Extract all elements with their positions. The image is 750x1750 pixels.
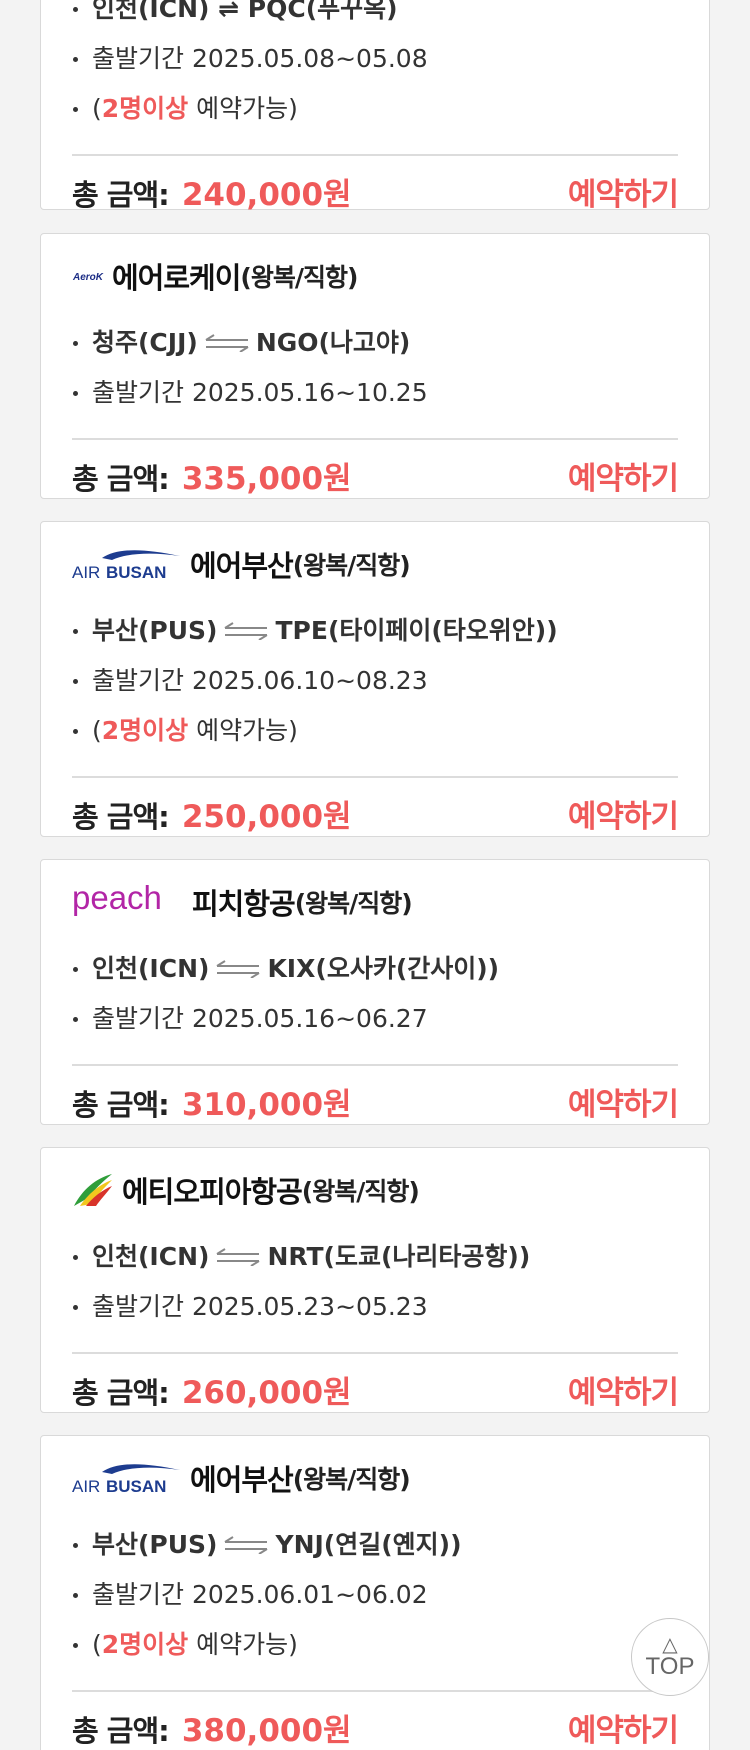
airline-title: AIR BUSAN 에어부산 (왕복/직항) xyxy=(72,1436,678,1520)
min-passengers-note: (2명이상 예약가능) xyxy=(72,1620,678,1670)
route-text: 청주(CJJ) NGO(나고야) xyxy=(72,318,678,368)
scroll-to-top-button[interactable]: △ TOP xyxy=(631,1618,709,1696)
min-passengers-note: (2명이상 예약가능) xyxy=(72,84,678,134)
swap-arrows-icon xyxy=(215,945,261,995)
min-passengers-highlight: 2명이상 xyxy=(101,1630,189,1659)
peach-logo: peach xyxy=(72,883,184,921)
departure-period: 출발기간 2025.05.08~05.08 xyxy=(72,34,678,84)
trip-type: (왕복/직항) xyxy=(292,551,411,580)
total-label: 총 금액: xyxy=(72,1714,170,1748)
destination-airport: TPE(타이페이(타오위안)) xyxy=(275,616,558,645)
swap-arrows-icon xyxy=(223,607,269,657)
departure-period: 출발기간 2025.05.16~10.25 xyxy=(72,368,678,418)
book-button[interactable]: 예약하기 xyxy=(568,169,679,214)
departure-period: 출발기간 2025.06.01~06.02 xyxy=(72,1570,678,1620)
package-card: 인천(ICN) ⇌ PQC(푸꾸옥) 출발기간 2025.05.08~05.08… xyxy=(40,0,710,213)
total-price: 335,000원 xyxy=(181,461,352,497)
origin-airport: 인천(ICN) xyxy=(92,954,210,983)
min-passengers-note: (2명이상 예약가능) xyxy=(72,706,678,756)
total-price: 380,000원 xyxy=(181,1713,352,1749)
top-label: TOP xyxy=(645,1653,695,1680)
total-price: 310,000원 xyxy=(181,1087,352,1123)
origin-airport: 부산(PUS) xyxy=(92,616,218,645)
airline-title: 에티오피아항공 (왕복/직항) xyxy=(72,1148,678,1232)
aerok-logo: AeroK xyxy=(72,265,104,287)
total-row: 총 금액: 335,000원 예약하기 xyxy=(72,440,679,511)
total-row: 총 금액: 380,000원 예약하기 xyxy=(72,1692,679,1750)
svg-text:BUSAN: BUSAN xyxy=(106,1477,166,1496)
total-label: 총 금액: xyxy=(72,178,170,212)
origin-airport: 인천(ICN) xyxy=(92,1242,210,1271)
book-button[interactable]: 예약하기 xyxy=(568,453,679,498)
package-card: AIR BUSAN 에어부산 (왕복/직항) 부산(PUS) YNJ(연길(옌지)… xyxy=(40,1435,710,1750)
book-button[interactable]: 예약하기 xyxy=(568,1705,679,1750)
airline-title: AIR BUSAN 에어부산 (왕복/직항) xyxy=(72,522,678,606)
total-row: 총 금액: 260,000원 예약하기 xyxy=(72,1354,679,1425)
package-card: AeroK 에어로케이 (왕복/직항) 청주(CJJ) NGO(나고야) 출발기간… xyxy=(40,233,710,499)
airline-name: 에티오피아항공 xyxy=(122,1175,303,1209)
total-label: 총 금액: xyxy=(72,800,170,834)
total-price: 250,000원 xyxy=(181,799,352,835)
swap-arrows-icon xyxy=(223,1521,269,1571)
airline-name: 피치항공 xyxy=(192,887,296,921)
swap-arrows-icon xyxy=(215,1233,261,1283)
route-text: 부산(PUS) YNJ(연길(옌지)) xyxy=(72,1520,678,1570)
package-card: peach 피치항공 (왕복/직항) 인천(ICN) KIX(오사카(간사이)) … xyxy=(40,859,710,1125)
departure-period: 출발기간 2025.05.23~05.23 xyxy=(72,1282,678,1332)
min-passengers-highlight: 2명이상 xyxy=(101,94,189,123)
package-card: AIR BUSAN 에어부산 (왕복/직항) 부산(PUS) TPE(타이페이(타… xyxy=(40,521,710,837)
air-busan-logo: AIR BUSAN xyxy=(72,546,182,582)
trip-type: (왕복/직항) xyxy=(294,889,413,918)
route-text: 인천(ICN) ⇌ PQC(푸꾸옥) xyxy=(72,0,678,34)
route-text: 인천(ICN) NRT(도쿄(나리타공항)) xyxy=(72,1232,678,1282)
origin-airport: 부산(PUS) xyxy=(92,1530,218,1559)
book-button[interactable]: 예약하기 xyxy=(568,791,679,836)
package-card: 에티오피아항공 (왕복/직항) 인천(ICN) NRT(도쿄(나리타공항)) 출발… xyxy=(40,1147,710,1413)
destination-airport: NGO(나고야) xyxy=(255,328,411,357)
airline-name: 에어로케이 xyxy=(112,261,241,295)
total-row: 총 금액: 250,000원 예약하기 xyxy=(72,778,679,849)
departure-period: 출발기간 2025.05.16~06.27 xyxy=(72,994,678,1044)
total-price: 240,000원 xyxy=(181,177,352,213)
airline-name: 에어부산 xyxy=(190,1463,294,1497)
trip-type: (왕복/직항) xyxy=(292,1465,411,1494)
svg-text:peach: peach xyxy=(72,883,162,916)
airline-name: 에어부산 xyxy=(190,549,294,583)
book-button[interactable]: 예약하기 xyxy=(568,1367,679,1412)
total-label: 총 금액: xyxy=(72,1088,170,1122)
total-row: 총 금액: 240,000원 예약하기 xyxy=(72,156,679,227)
route-text: 인천(ICN) KIX(오사카(간사이)) xyxy=(72,944,678,994)
svg-text:AeroK: AeroK xyxy=(72,272,104,283)
book-button[interactable]: 예약하기 xyxy=(568,1079,679,1124)
total-row: 총 금액: 310,000원 예약하기 xyxy=(72,1066,679,1137)
destination-airport: NRT(도쿄(나리타공항)) xyxy=(267,1242,531,1271)
swap-arrows-icon xyxy=(204,319,250,369)
svg-text:BUSAN: BUSAN xyxy=(106,563,166,582)
departure-period: 출발기간 2025.06.10~08.23 xyxy=(72,656,678,706)
trip-type: (왕복/직항) xyxy=(240,263,358,292)
svg-text:AIR: AIR xyxy=(72,1477,100,1496)
trip-type: (왕복/직항) xyxy=(301,1177,420,1206)
min-passengers-highlight: 2명이상 xyxy=(101,716,189,745)
total-label: 총 금액: xyxy=(72,462,170,496)
origin-airport: 청주(CJJ) xyxy=(92,328,198,357)
air-busan-logo: AIR BUSAN xyxy=(72,1460,182,1496)
airline-title: AeroK 에어로케이 (왕복/직항) xyxy=(72,234,678,318)
ethiopian-airlines-logo xyxy=(72,1172,114,1208)
total-price: 260,000원 xyxy=(181,1375,352,1411)
airline-title: peach 피치항공 (왕복/직항) xyxy=(72,860,678,944)
destination-airport: YNJ(연길(옌지)) xyxy=(275,1530,462,1559)
svg-text:AIR: AIR xyxy=(72,563,100,582)
destination-airport: KIX(오사카(간사이)) xyxy=(267,954,500,983)
total-label: 총 금액: xyxy=(72,1376,170,1410)
route-text: 부산(PUS) TPE(타이페이(타오위안)) xyxy=(72,606,678,656)
triangle-up-icon: △ xyxy=(662,1632,678,1656)
